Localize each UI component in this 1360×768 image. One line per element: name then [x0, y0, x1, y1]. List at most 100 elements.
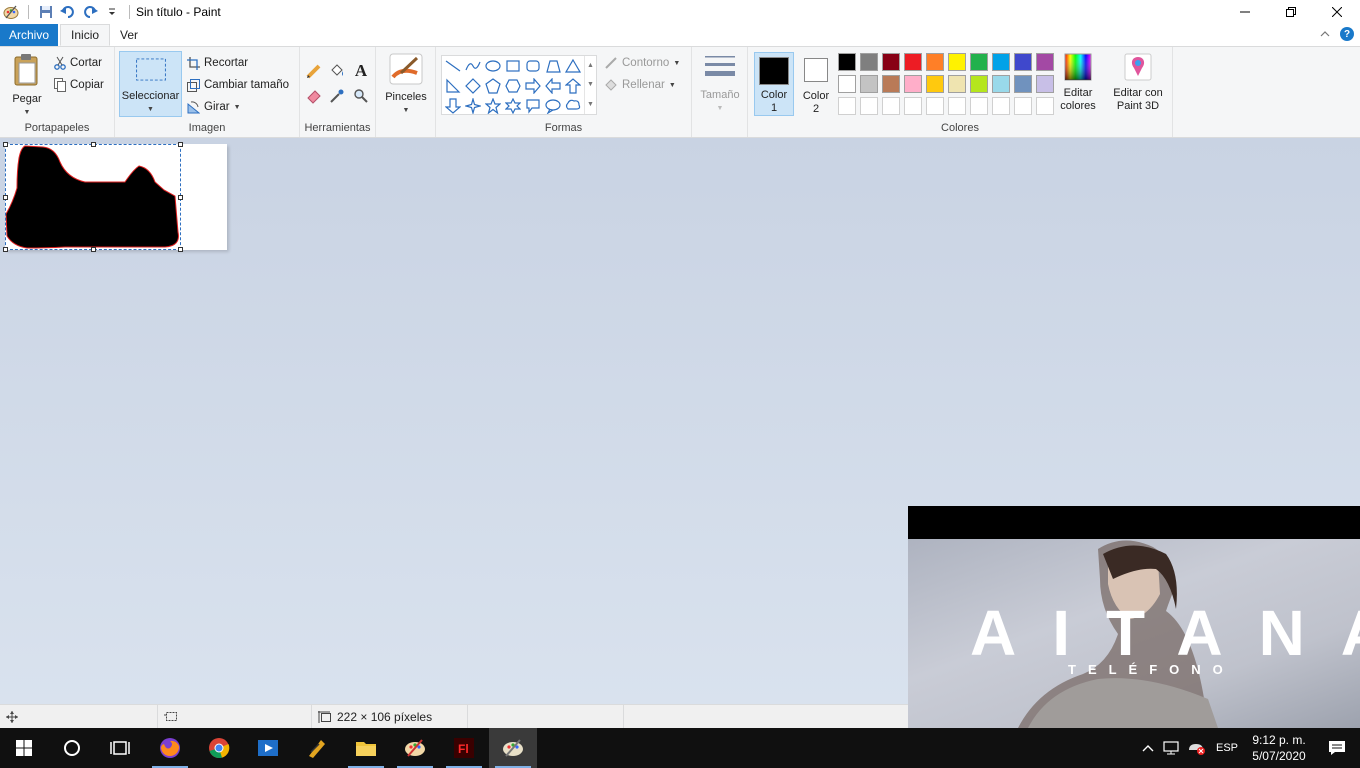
- rotate-button[interactable]: Girar ▼: [187, 97, 241, 117]
- save-icon[interactable]: [37, 3, 55, 21]
- custom-color-slot[interactable]: [882, 97, 900, 115]
- color-swatch[interactable]: [860, 75, 878, 93]
- resize-handle[interactable]: [3, 142, 8, 147]
- eraser-icon[interactable]: [305, 87, 323, 105]
- color1-button[interactable]: Color 1: [754, 52, 794, 116]
- line-shape-icon[interactable]: [444, 57, 462, 75]
- color-swatch[interactable]: [948, 75, 966, 93]
- close-button[interactable]: [1314, 0, 1360, 24]
- color-swatch[interactable]: [1014, 53, 1032, 71]
- custom-color-slot[interactable]: [904, 97, 922, 115]
- color-swatch[interactable]: [992, 75, 1010, 93]
- curve-shape-icon[interactable]: [464, 57, 482, 75]
- video-overlay[interactable]: AITANA TELÉFONO: [908, 506, 1360, 728]
- tab-ver[interactable]: Ver: [110, 24, 148, 46]
- copy-button[interactable]: Copiar: [54, 75, 104, 95]
- drawing-canvas[interactable]: [3, 142, 227, 252]
- taskbar-paint-app[interactable]: [391, 728, 439, 768]
- paint-app-icon[interactable]: [2, 3, 20, 21]
- help-icon[interactable]: ?: [1340, 27, 1354, 41]
- custom-color-slot[interactable]: [1036, 97, 1054, 115]
- color-swatch[interactable]: [838, 75, 856, 93]
- left-arrow-shape-icon[interactable]: [544, 77, 562, 95]
- taskbar-chrome[interactable]: [195, 728, 243, 768]
- collapse-ribbon-icon[interactable]: [1320, 30, 1330, 38]
- color-swatch[interactable]: [882, 75, 900, 93]
- network-button[interactable]: [1160, 740, 1184, 756]
- language-indicator[interactable]: ESP: [1210, 742, 1244, 754]
- color-swatch[interactable]: [926, 75, 944, 93]
- taskbar-paint-active[interactable]: [489, 728, 537, 768]
- oval-callout-shape-icon[interactable]: [544, 97, 562, 115]
- color-swatch[interactable]: [948, 53, 966, 71]
- action-center-button[interactable]: [1314, 740, 1360, 756]
- resize-handle[interactable]: [91, 247, 96, 252]
- resize-handle[interactable]: [3, 195, 8, 200]
- diamond-shape-icon[interactable]: [464, 77, 482, 95]
- resize-handle[interactable]: [91, 142, 96, 147]
- color-swatch[interactable]: [970, 75, 988, 93]
- color-swatch[interactable]: [1036, 75, 1054, 93]
- color-swatch[interactable]: [926, 53, 944, 71]
- color-swatch[interactable]: [1036, 53, 1054, 71]
- color-swatch[interactable]: [882, 53, 900, 71]
- cloud-callout-shape-icon[interactable]: [564, 97, 582, 115]
- rounded-rectangle-shape-icon[interactable]: [524, 57, 542, 75]
- scroll-up-icon[interactable]: ▲: [587, 62, 594, 69]
- custom-color-slot[interactable]: [838, 97, 856, 115]
- edit-colors-button[interactable]: Editar colores: [1058, 53, 1098, 113]
- resize-handle[interactable]: [3, 247, 8, 252]
- polygon-shape-icon[interactable]: [544, 57, 562, 75]
- custom-color-slot[interactable]: [948, 97, 966, 115]
- oval-shape-icon[interactable]: [484, 57, 502, 75]
- scroll-down-icon[interactable]: ▼: [587, 81, 594, 88]
- rectangle-shape-icon[interactable]: [504, 57, 522, 75]
- resize-handle[interactable]: [178, 142, 183, 147]
- taskbar-firefox[interactable]: [146, 728, 194, 768]
- color-swatch[interactable]: [970, 53, 988, 71]
- show-hidden-icons-button[interactable]: [1136, 744, 1160, 752]
- tab-inicio[interactable]: Inicio: [60, 24, 111, 46]
- selection-marquee[interactable]: [5, 144, 181, 250]
- custom-color-slot[interactable]: [970, 97, 988, 115]
- color-swatch[interactable]: [1014, 75, 1032, 93]
- four-point-star-shape-icon[interactable]: [464, 97, 482, 115]
- taskbar-file-explorer[interactable]: [342, 728, 390, 768]
- redo-icon[interactable]: [81, 3, 99, 21]
- color-swatch[interactable]: [904, 53, 922, 71]
- tab-archivo[interactable]: Archivo: [0, 24, 59, 46]
- expand-gallery-icon[interactable]: ▼: [587, 101, 594, 108]
- outline-button[interactable]: Contorno ▼: [604, 53, 680, 73]
- resize-button[interactable]: Cambiar tamaño: [187, 75, 289, 95]
- hexagon-shape-icon[interactable]: [504, 77, 522, 95]
- six-point-star-shape-icon[interactable]: [504, 97, 522, 115]
- taskbar-video-app[interactable]: [244, 728, 292, 768]
- color-picker-icon[interactable]: [328, 87, 346, 105]
- edit-paint3d-button[interactable]: Editar con Paint 3D: [1108, 53, 1168, 113]
- taskbar-flash-app[interactable]: Fl: [440, 728, 488, 768]
- taskbar-tool-app[interactable]: [293, 728, 341, 768]
- magnifier-icon[interactable]: [352, 87, 370, 105]
- task-view-button[interactable]: [96, 728, 144, 768]
- pencil-icon[interactable]: [305, 62, 323, 80]
- start-button[interactable]: [0, 728, 48, 768]
- down-arrow-shape-icon[interactable]: [444, 97, 462, 115]
- shapes-scrollbar[interactable]: ▲ ▼ ▼: [584, 56, 596, 114]
- color-swatch[interactable]: [992, 53, 1010, 71]
- custom-color-slot[interactable]: [860, 97, 878, 115]
- crop-button[interactable]: Recortar: [187, 53, 248, 73]
- color-swatch[interactable]: [860, 53, 878, 71]
- fill-bucket-icon[interactable]: [328, 62, 346, 80]
- up-arrow-shape-icon[interactable]: [564, 77, 582, 95]
- minimize-button[interactable]: [1222, 0, 1268, 24]
- right-arrow-shape-icon[interactable]: [524, 77, 542, 95]
- resize-handle[interactable]: [178, 247, 183, 252]
- select-button[interactable]: Seleccionar ▼: [119, 51, 182, 117]
- pentagon-shape-icon[interactable]: [484, 77, 502, 95]
- customize-dropdown-icon[interactable]: [103, 3, 121, 21]
- right-triangle-shape-icon[interactable]: [444, 77, 462, 95]
- five-point-star-shape-icon[interactable]: [484, 97, 502, 115]
- custom-color-slot[interactable]: [992, 97, 1010, 115]
- fill-button[interactable]: Rellenar ▼: [604, 75, 676, 95]
- triangle-shape-icon[interactable]: [564, 57, 582, 75]
